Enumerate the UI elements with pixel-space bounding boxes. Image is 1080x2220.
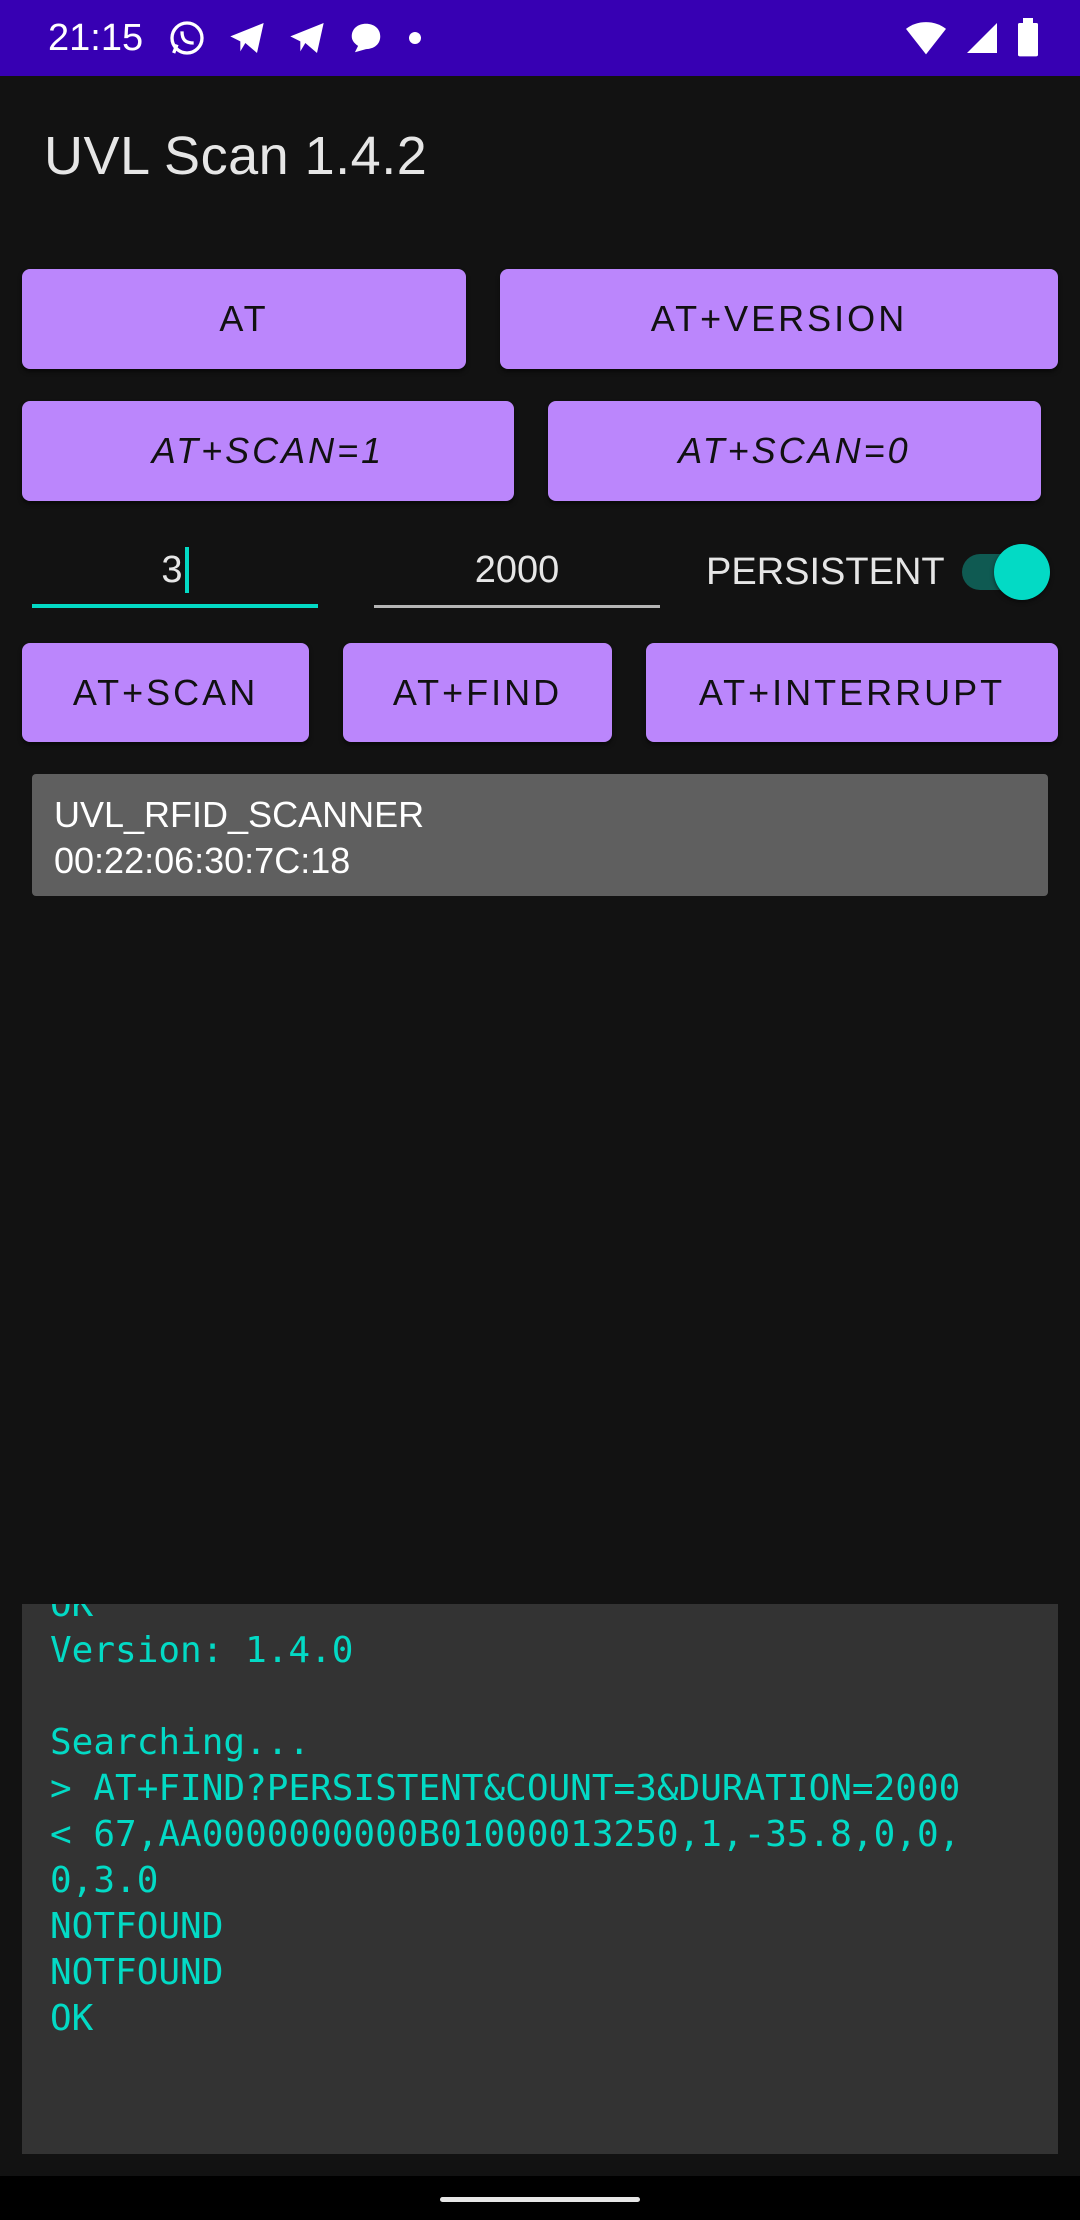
console-line: OK: [50, 1998, 94, 2039]
device-name: UVL_RFID_SCANNER: [54, 794, 425, 835]
console-line: < 67,AA0000000000B01000013250,1,-35.8,0,…: [50, 1814, 961, 1855]
status-bar: 21:15: [0, 0, 1080, 76]
console-lines: OK Version: 1.4.0 Searching... > AT+FIND?PE…: [50, 1604, 1030, 2042]
count-input-value: 3: [161, 548, 183, 591]
console-line: NOTFOUND: [50, 1952, 224, 1993]
status-time: 21:15: [48, 16, 144, 59]
system-icons: [904, 18, 1040, 58]
device-list-item[interactable]: UVL_RFID_SCANNER 00:22:06:30:7C:18: [32, 774, 1048, 896]
console-line: Searching...: [50, 1722, 311, 1763]
text-caret: [184, 547, 189, 593]
app-bar: UVL Scan 1.4.2: [0, 76, 1080, 236]
duration-input[interactable]: 2000: [374, 536, 660, 608]
navigation-bar: [0, 2176, 1080, 2220]
console-line: NOTFOUND: [50, 1906, 224, 1947]
chat-bubble-icon: [347, 19, 385, 57]
at-button[interactable]: AT: [22, 269, 466, 369]
at-scan-1-button[interactable]: AT+SCAN=1: [22, 401, 514, 501]
dot-icon: [405, 28, 425, 48]
toggle-thumb: [994, 544, 1050, 600]
at-interrupt-button[interactable]: AT+INTERRUPT: [646, 643, 1058, 742]
cell-signal-icon: [964, 20, 1000, 56]
device-address: 00:22:06:30:7C:18: [54, 840, 351, 881]
console-output[interactable]: OK Version: 1.4.0 Searching... > AT+FIND?PE…: [22, 1604, 1058, 2154]
at-scan-0-button[interactable]: AT+SCAN=0: [548, 401, 1041, 501]
console-line: Version: 1.4.0: [50, 1630, 354, 1671]
persistent-toggle[interactable]: [958, 544, 1050, 600]
console-line: 0,3.0: [50, 1860, 159, 1901]
battery-icon: [1016, 18, 1040, 58]
duration-input-value: 2000: [474, 549, 560, 591]
notification-icons: [167, 18, 425, 58]
console-line: > AT+FIND?PERSISTENT&COUNT=3&DURATION=20…: [50, 1768, 961, 1809]
whatsapp-icon: [167, 18, 207, 58]
persistent-label: PERSISTENT: [706, 550, 945, 593]
home-gesture-handle[interactable]: [440, 2197, 640, 2202]
wifi-icon: [904, 18, 948, 58]
telegram-icon: [287, 18, 327, 58]
at-version-button[interactable]: AT+VERSION: [500, 269, 1058, 369]
telegram-icon: [227, 18, 267, 58]
app-title: UVL Scan 1.4.2: [44, 126, 428, 186]
count-input[interactable]: 3: [32, 536, 318, 608]
console-line: OK: [50, 1604, 94, 1625]
at-scan-button[interactable]: AT+SCAN: [22, 643, 309, 742]
at-find-button[interactable]: AT+FIND: [343, 643, 612, 742]
